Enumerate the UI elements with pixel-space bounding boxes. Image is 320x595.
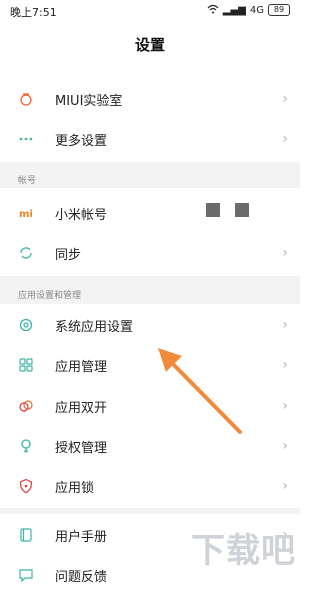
annotation-arrow xyxy=(158,348,242,434)
watermark-logo: 下载吧 xyxy=(191,531,296,571)
